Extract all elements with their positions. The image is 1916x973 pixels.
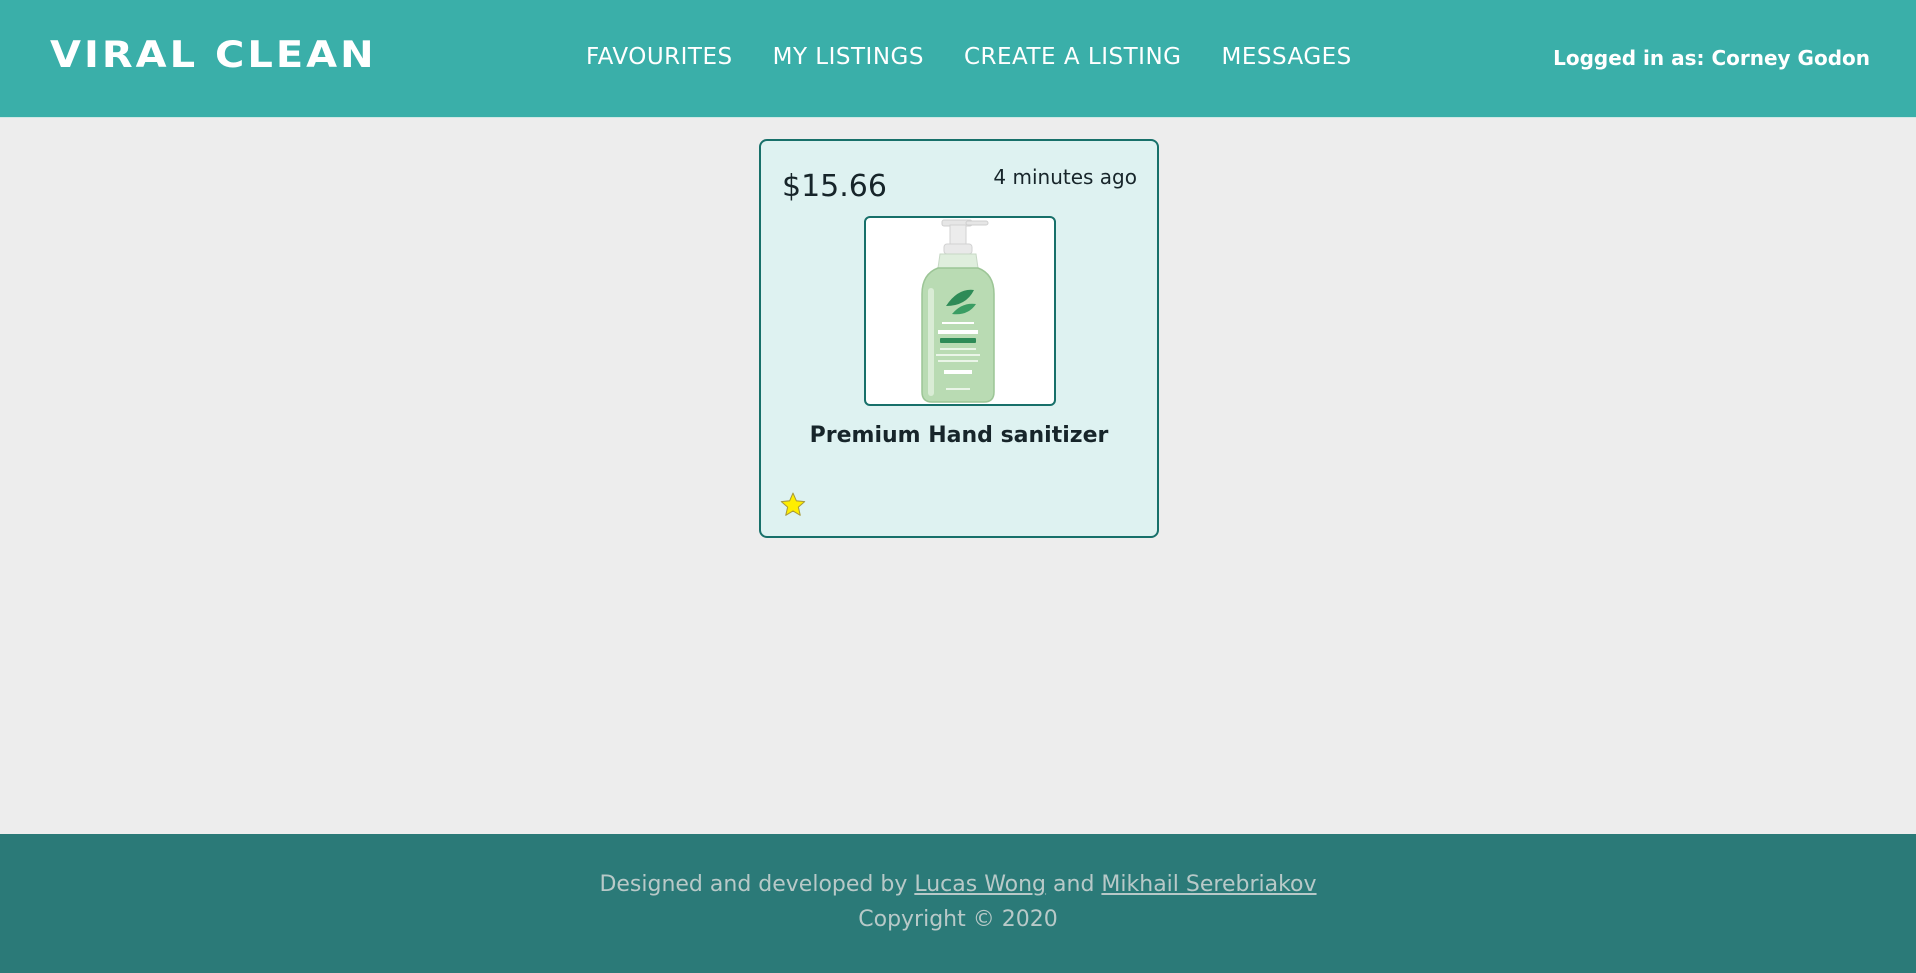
nav-my-listings[interactable]: MY LISTINGS <box>773 44 924 70</box>
footer-credits: Designed and developed by Lucas Wong and… <box>0 872 1916 897</box>
site-header: VIRAL CLEAN FAVOURITES MY LISTINGS CREAT… <box>0 0 1916 118</box>
nav-favourites[interactable]: FAVOURITES <box>586 44 733 70</box>
footer-copyright: Copyright © 2020 <box>858 907 1058 932</box>
listing-price: $15.66 <box>782 169 887 204</box>
favourite-star-icon[interactable] <box>779 491 807 519</box>
author-link-mikhail-serebriakov[interactable]: Mikhail Serebriakov <box>1101 872 1316 897</box>
listing-posted-time: 4 minutes ago <box>993 165 1137 189</box>
author-link-lucas-wong[interactable]: Lucas Wong <box>914 872 1046 897</box>
site-footer: Designed and developed by Lucas Wong and… <box>0 834 1916 973</box>
footer-credits-joiner: and <box>1046 872 1102 897</box>
footer-credits-prefix: Designed and developed by <box>599 872 915 897</box>
hand-sanitizer-bottle-image <box>921 219 995 403</box>
nav-messages[interactable]: MESSAGES <box>1221 44 1351 70</box>
main-nav: FAVOURITES MY LISTINGS CREATE A LISTING … <box>586 44 1352 70</box>
login-status: Logged in as: Corney Godon <box>1553 46 1870 70</box>
site-logo[interactable]: VIRAL CLEAN <box>50 34 377 76</box>
listing-title[interactable]: Premium Hand sanitizer <box>761 423 1157 448</box>
nav-create-listing[interactable]: CREATE A LISTING <box>964 44 1182 70</box>
listing-card[interactable]: $15.66 4 minutes ago Premium Hand saniti… <box>759 139 1159 538</box>
listing-image[interactable] <box>864 216 1056 406</box>
